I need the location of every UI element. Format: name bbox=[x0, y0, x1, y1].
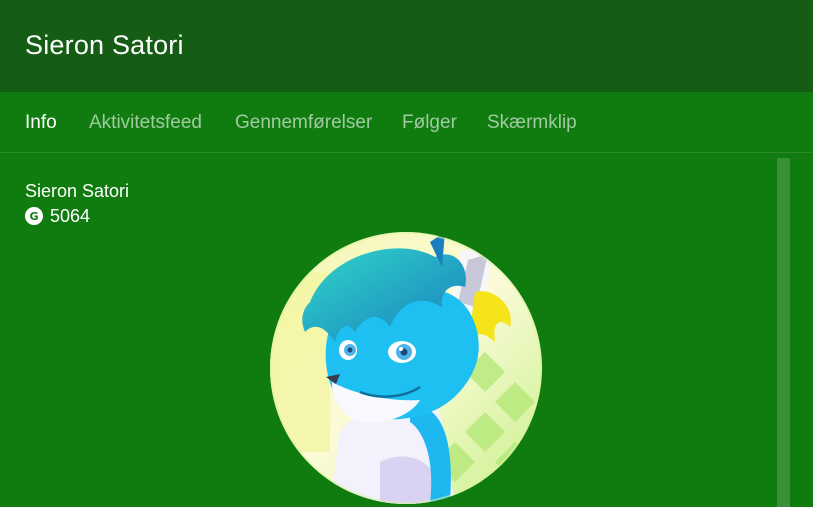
profile-name: Sieron Satori bbox=[25, 181, 130, 201]
avatar bbox=[270, 232, 542, 504]
page-title: Sieron Satori bbox=[25, 30, 184, 60]
avatar-image bbox=[270, 232, 542, 504]
tab-followers[interactable]: Følger bbox=[402, 112, 457, 134]
gamerscore-icon: G bbox=[25, 207, 43, 225]
tab-screenshots[interactable]: Skærmklip bbox=[487, 112, 577, 134]
tab-info[interactable]: Info bbox=[25, 112, 57, 134]
scrollbar[interactable] bbox=[777, 158, 790, 507]
title-bar: Sieron Satori bbox=[0, 0, 813, 92]
gamerscore-row: G 5064 bbox=[25, 206, 90, 226]
tab-achievements[interactable]: Gennemførelser bbox=[235, 112, 372, 134]
tab-bar: Info Aktivitetsfeed Gennemførelser Følge… bbox=[0, 92, 813, 153]
tab-activity-feed[interactable]: Aktivitetsfeed bbox=[89, 112, 202, 134]
gamerscore-value: 5064 bbox=[50, 205, 91, 226]
